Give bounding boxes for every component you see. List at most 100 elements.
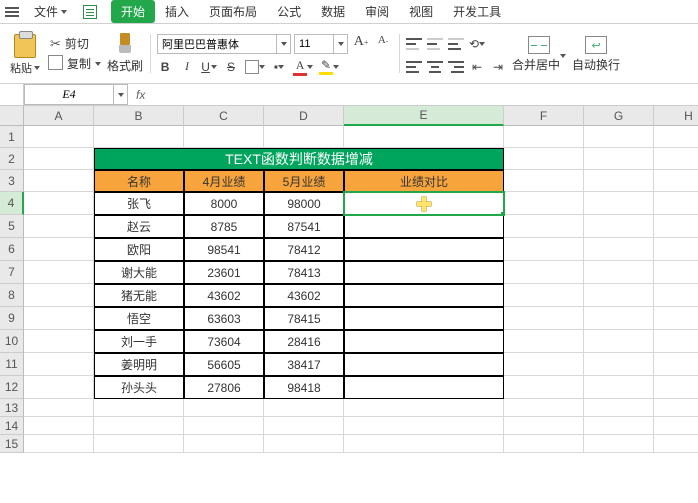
tab-data[interactable]: 数据: [311, 0, 355, 23]
bold-button[interactable]: B: [157, 58, 173, 76]
col-header-G[interactable]: G: [584, 106, 654, 126]
cell-D9[interactable]: 78415: [264, 307, 344, 330]
file-menu[interactable]: 文件: [26, 1, 75, 22]
row-header-9[interactable]: 9: [0, 307, 24, 330]
cell-E3[interactable]: 业绩对比: [344, 170, 504, 192]
indent-left-button[interactable]: ⇤: [469, 58, 485, 76]
cell-H9[interactable]: [654, 307, 698, 330]
cell-C5[interactable]: 8785: [184, 215, 264, 238]
select-all-corner[interactable]: [0, 106, 24, 126]
cell-G14[interactable]: [584, 417, 654, 435]
cell-F4[interactable]: [504, 192, 584, 215]
cell-F6[interactable]: [504, 238, 584, 261]
cell-D14[interactable]: [264, 417, 344, 435]
cell-B13[interactable]: [94, 399, 184, 417]
row-header-3[interactable]: 3: [0, 170, 24, 192]
cell-G12[interactable]: [584, 376, 654, 399]
cell-D6[interactable]: 78412: [264, 238, 344, 261]
cell-F2[interactable]: [504, 148, 584, 170]
cell-B11[interactable]: 姜明明: [94, 353, 184, 376]
align-center-button[interactable]: [427, 58, 443, 76]
cell-D7[interactable]: 78413: [264, 261, 344, 284]
cell-D10[interactable]: 28416: [264, 330, 344, 353]
cell-E14[interactable]: [344, 417, 504, 435]
cell-E4[interactable]: [344, 192, 504, 215]
cell-F15[interactable]: [504, 435, 584, 453]
cell-G15[interactable]: [584, 435, 654, 453]
row-header-11[interactable]: 11: [0, 353, 24, 376]
cell-G1[interactable]: [584, 126, 654, 148]
cell-B6[interactable]: 欧阳: [94, 238, 184, 261]
cell-A12[interactable]: [24, 376, 94, 399]
highlight-button[interactable]: ✎: [319, 58, 339, 76]
cell-C6[interactable]: 98541: [184, 238, 264, 261]
cell-C15[interactable]: [184, 435, 264, 453]
format-painter-button[interactable]: 格式刷: [107, 33, 143, 74]
fill-color-button[interactable]: 🞍: [271, 58, 287, 76]
cell-H6[interactable]: [654, 238, 698, 261]
col-header-B[interactable]: B: [94, 106, 184, 126]
cut-button[interactable]: ✂ 剪切: [50, 35, 101, 52]
cell-C14[interactable]: [184, 417, 264, 435]
row-header-12[interactable]: 12: [0, 376, 24, 399]
col-header-F[interactable]: F: [504, 106, 584, 126]
cell-H3[interactable]: [654, 170, 698, 192]
paste-button[interactable]: 粘贴: [6, 32, 44, 76]
font-color-button[interactable]: A: [293, 58, 313, 76]
font-size-dropdown[interactable]: [334, 34, 348, 54]
cell-F11[interactable]: [504, 353, 584, 376]
row-header-8[interactable]: 8: [0, 284, 24, 307]
cell-D12[interactable]: 98418: [264, 376, 344, 399]
wrap-text-button[interactable]: 自动换行: [572, 34, 620, 73]
strikethrough-button[interactable]: S: [223, 58, 239, 76]
increase-font-button[interactable]: A+: [352, 34, 370, 54]
cell-C9[interactable]: 63603: [184, 307, 264, 330]
cell-B1[interactable]: [94, 126, 184, 148]
align-bottom-button[interactable]: [448, 35, 464, 53]
cell-B8[interactable]: 猪无能: [94, 284, 184, 307]
cell-C3[interactable]: 4月业绩: [184, 170, 264, 192]
cell-B4[interactable]: 张飞: [94, 192, 184, 215]
cell-B7[interactable]: 谢大能: [94, 261, 184, 284]
cell-H13[interactable]: [654, 399, 698, 417]
cell-G3[interactable]: [584, 170, 654, 192]
underline-button[interactable]: U: [201, 58, 217, 76]
cell-F8[interactable]: [504, 284, 584, 307]
cell-H15[interactable]: [654, 435, 698, 453]
border-button[interactable]: [245, 58, 265, 76]
cell-H2[interactable]: [654, 148, 698, 170]
formula-input[interactable]: [153, 84, 698, 105]
cell-A8[interactable]: [24, 284, 94, 307]
col-header-C[interactable]: C: [184, 106, 264, 126]
cell-F10[interactable]: [504, 330, 584, 353]
cell-H5[interactable]: [654, 215, 698, 238]
row-header-2[interactable]: 2: [0, 148, 24, 170]
cell-C11[interactable]: 56605: [184, 353, 264, 376]
cell-B15[interactable]: [94, 435, 184, 453]
cell-A7[interactable]: [24, 261, 94, 284]
cell-H10[interactable]: [654, 330, 698, 353]
tab-home[interactable]: 开始: [111, 0, 155, 23]
cell-G4[interactable]: [584, 192, 654, 215]
font-name-input[interactable]: [157, 34, 277, 54]
cell-F9[interactable]: [504, 307, 584, 330]
name-box-dropdown[interactable]: [114, 84, 128, 105]
cell-G10[interactable]: [584, 330, 654, 353]
cell-E6[interactable]: [344, 238, 504, 261]
cell-C7[interactable]: 23601: [184, 261, 264, 284]
row-header-10[interactable]: 10: [0, 330, 24, 353]
spreadsheet-grid[interactable]: ABCDEFGH 123456789101112131415 TEXT函数判断数…: [0, 106, 698, 503]
cell-A3[interactable]: [24, 170, 94, 192]
tab-developer[interactable]: 开发工具: [443, 0, 511, 23]
cell-A10[interactable]: [24, 330, 94, 353]
row-header-14[interactable]: 14: [0, 417, 24, 435]
cell-C13[interactable]: [184, 399, 264, 417]
indent-right-button[interactable]: ⇥: [490, 58, 506, 76]
cell-F5[interactable]: [504, 215, 584, 238]
cell-B2[interactable]: TEXT函数判断数据增减: [94, 148, 504, 170]
cell-C12[interactable]: 27806: [184, 376, 264, 399]
align-left-button[interactable]: [406, 58, 422, 76]
name-box[interactable]: [24, 84, 114, 105]
cell-F12[interactable]: [504, 376, 584, 399]
tab-page-layout[interactable]: 页面布局: [199, 0, 267, 23]
